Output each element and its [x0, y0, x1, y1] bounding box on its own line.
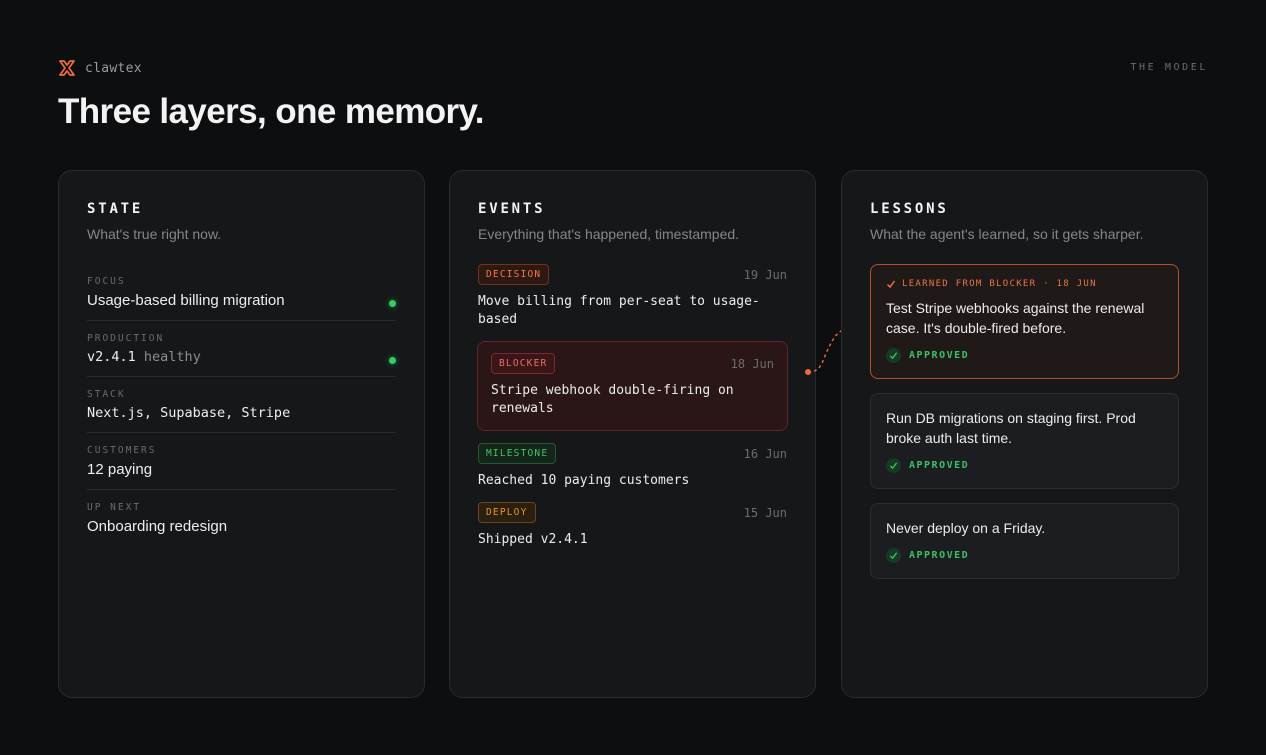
state-value: Onboarding redesign — [87, 518, 228, 535]
lesson-text: Run DB migrations on staging first. Prod… — [886, 410, 1136, 446]
brand[interactable]: clawtex — [58, 59, 142, 77]
state-label: FOCUS — [87, 276, 126, 287]
approved-label: APPROVED — [909, 460, 970, 471]
state-value: Next.js, Supabase, Stripe — [87, 405, 291, 421]
check-circle-icon — [886, 458, 901, 473]
lesson-text: Test Stripe webhooks against the renewal… — [886, 300, 1145, 336]
state-value: 12 paying — [87, 461, 153, 478]
card-title: EVENTS — [478, 201, 546, 217]
card-subtitle: Everything that's happened, timestamped. — [478, 226, 740, 242]
section-label: THE MODEL — [1130, 62, 1208, 73]
approved-badge: APPROVED — [886, 548, 1163, 563]
state-row-focus: FOCUS Usage-based billing migration — [87, 266, 396, 321]
state-label: STACK — [87, 389, 126, 400]
page-title: Three layers, one memory. — [58, 92, 485, 131]
approved-badge: APPROVED — [886, 458, 1163, 473]
decision-tag: DECISION — [478, 264, 550, 285]
lesson-text: Never deploy on a Friday. — [886, 520, 1046, 536]
lesson-source: LEARNED FROM BLOCKER · 18 JUN — [902, 279, 1097, 289]
approved-label: APPROVED — [909, 550, 970, 561]
event-text: Reached 10 paying customers — [478, 473, 690, 488]
lesson-card-highlighted[interactable]: LEARNED FROM BLOCKER · 18 JUN Test Strip… — [870, 264, 1179, 379]
status-dot — [389, 300, 396, 307]
checkmark-icon — [887, 280, 896, 289]
state-card: STATE What's true right now. FOCUS Usage… — [58, 170, 425, 698]
card-subtitle: What's true right now. — [87, 226, 222, 242]
event-date: 16 Jun — [743, 446, 787, 461]
state-row-stack: STACK Next.js, Supabase, Stripe — [87, 377, 396, 433]
check-circle-icon — [886, 348, 901, 363]
event-text: Stripe webhook double-firing on renewals — [491, 383, 734, 416]
lessons-list: LEARNED FROM BLOCKER · 18 JUN Test Strip… — [870, 264, 1179, 579]
event-item[interactable]: MILESTONE 16 Jun Reached 10 paying custo… — [478, 443, 787, 490]
state-value: v2.4.1 healthy — [87, 349, 396, 365]
approved-badge: APPROVED — [886, 348, 1163, 363]
lesson-card[interactable]: Never deploy on a Friday. APPROVED — [870, 503, 1179, 579]
status-dot — [389, 357, 396, 364]
event-date: 18 Jun — [730, 356, 774, 371]
approved-label: APPROVED — [909, 350, 970, 361]
card-title: LESSONS — [870, 201, 949, 217]
blocker-tag: BLOCKER — [491, 353, 556, 374]
card-title: STATE — [87, 201, 144, 217]
event-item-blocker[interactable]: BLOCKER 18 Jun Stripe webhook double-fir… — [477, 341, 788, 431]
state-row-production: PRODUCTION v2.4.1 healthy — [87, 321, 396, 377]
state-row-customers: CUSTOMERS 12 paying — [87, 433, 396, 490]
lesson-kicker: LEARNED FROM BLOCKER · 18 JUN — [886, 279, 1163, 289]
event-text: Shipped v2.4.1 — [478, 532, 588, 547]
state-label: CUSTOMERS — [87, 445, 157, 456]
event-item[interactable]: DECISION 19 Jun Move billing from per-se… — [478, 264, 787, 329]
events-card: EVENTS Everything that's happened, times… — [449, 170, 816, 698]
state-list: FOCUS Usage-based billing migration PROD… — [87, 266, 396, 546]
state-label: PRODUCTION — [87, 333, 165, 344]
deploy-tag: DEPLOY — [478, 502, 536, 523]
event-item[interactable]: DEPLOY 15 Jun Shipped v2.4.1 — [478, 502, 787, 549]
events-list: DECISION 19 Jun Move billing from per-se… — [477, 264, 788, 549]
check-circle-icon — [886, 548, 901, 563]
state-row-up-next: UP NEXT Onboarding redesign — [87, 490, 396, 546]
event-date: 19 Jun — [743, 267, 787, 282]
bracket-x-logo-icon — [59, 60, 75, 76]
state-label: UP NEXT — [87, 502, 142, 513]
lessons-card: LESSONS What the agent's learned, so it … — [841, 170, 1208, 698]
card-subtitle: What the agent's learned, so it gets sha… — [870, 226, 1144, 242]
event-date: 15 Jun — [743, 505, 787, 520]
event-text: Move billing from per-seat to usage-base… — [478, 294, 760, 327]
health-value: healthy — [143, 349, 201, 365]
lesson-card[interactable]: Run DB migrations on staging first. Prod… — [870, 393, 1179, 489]
milestone-tag: MILESTONE — [478, 443, 557, 464]
version-value: v2.4.1 — [87, 349, 136, 365]
brand-name: clawtex — [85, 60, 142, 76]
state-value: Usage-based billing migration — [87, 292, 285, 309]
